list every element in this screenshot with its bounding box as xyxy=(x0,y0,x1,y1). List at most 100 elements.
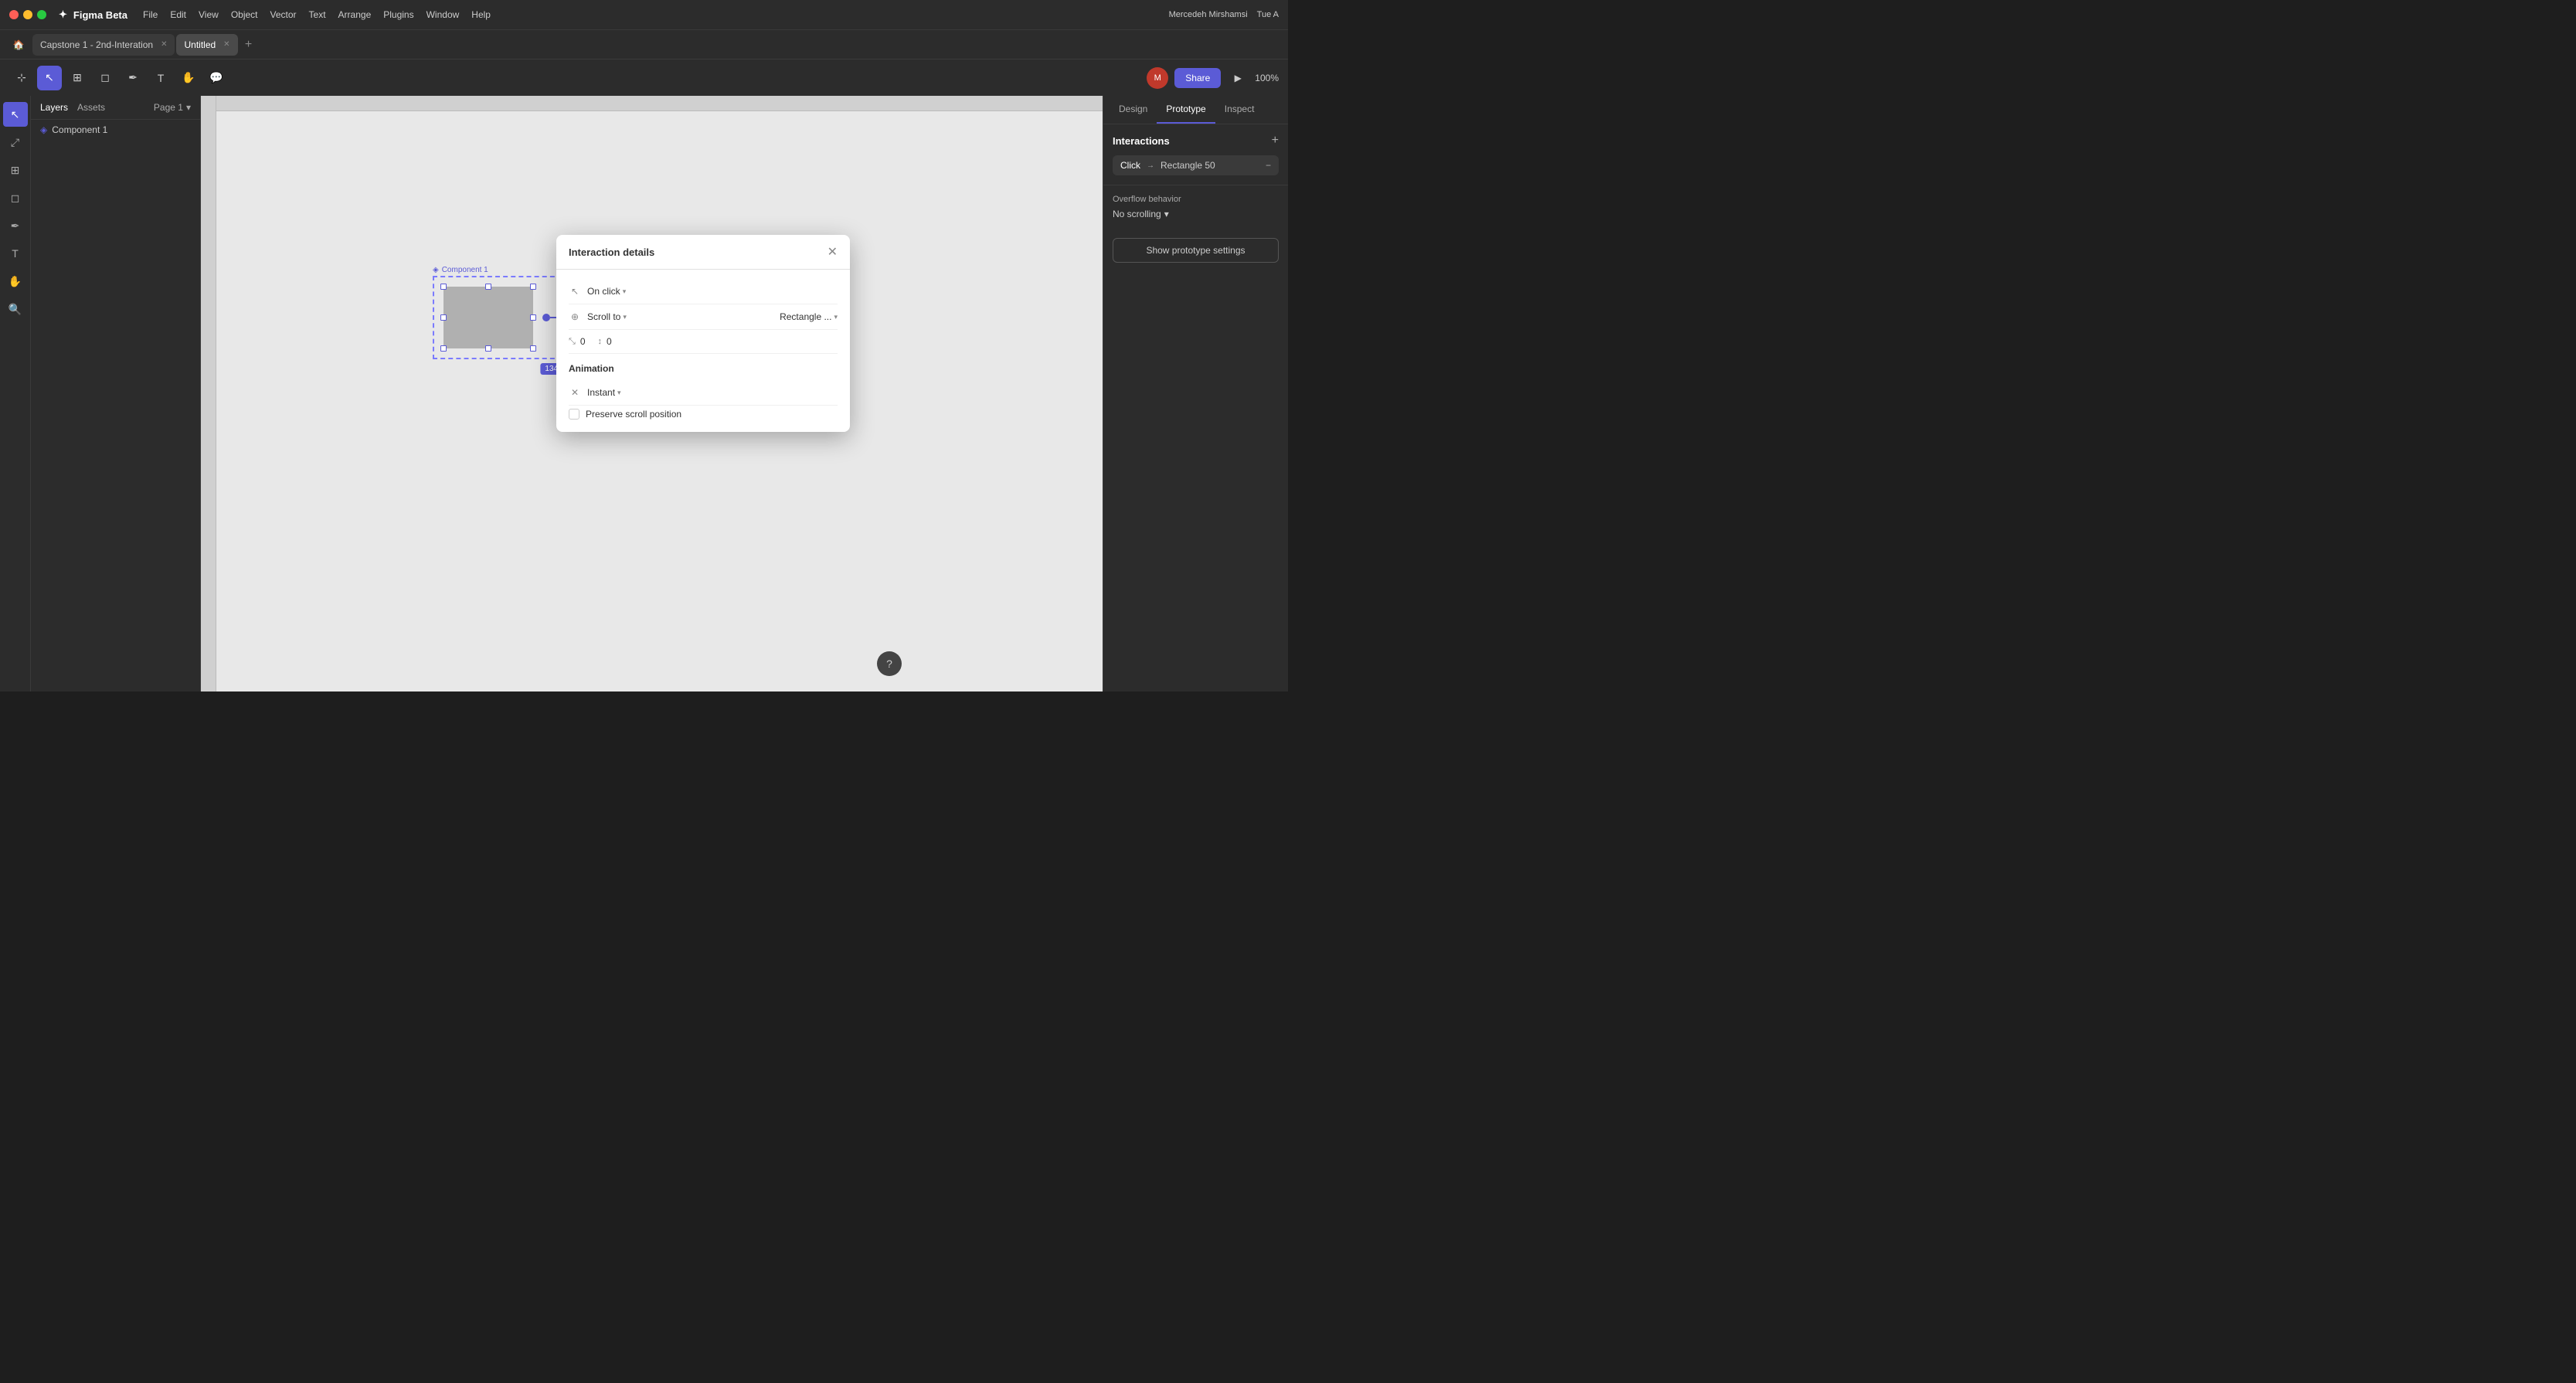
menu-arrange[interactable]: Arrange xyxy=(338,9,372,20)
overflow-title: Overflow behavior xyxy=(1113,195,1279,204)
trigger-dropdown[interactable]: On click ▾ xyxy=(587,286,626,297)
interaction-target-label: Rectangle 50 xyxy=(1161,160,1215,171)
user-name: Mercedeh Mirshamsi xyxy=(1169,10,1248,19)
share-button[interactable]: Share xyxy=(1174,68,1221,88)
handle-br[interactable] xyxy=(530,345,536,352)
menu-plugins[interactable]: Plugins xyxy=(383,9,413,20)
target-chevron-icon: ▾ xyxy=(834,313,838,321)
tabbar: 🏠 Capstone 1 - 2nd-Interation ✕ Untitled… xyxy=(0,29,1288,59)
page-selector[interactable]: Page 1 ▾ xyxy=(154,102,191,113)
handle-rm[interactable] xyxy=(530,314,536,321)
handle-bm[interactable] xyxy=(485,345,491,352)
vertical-ruler xyxy=(201,96,216,692)
prototype-tab[interactable]: Prototype xyxy=(1157,96,1215,124)
close-traffic-light[interactable] xyxy=(9,10,19,19)
frame-tool-sidebar[interactable]: ⊞ xyxy=(3,158,28,182)
y-field[interactable]: ↕ 0 xyxy=(598,336,612,347)
frame-tool[interactable]: ⊞ xyxy=(65,66,90,90)
new-tab-button[interactable]: + xyxy=(240,36,258,54)
zoom-tool-sidebar[interactable]: 🔍 xyxy=(3,297,28,321)
preserve-scroll-row: Preserve scroll position xyxy=(569,406,838,423)
menu-vector[interactable]: Vector xyxy=(270,9,297,20)
rect-gray[interactable] xyxy=(443,287,533,348)
menu-window[interactable]: Window xyxy=(427,9,460,20)
tab-untitled[interactable]: Untitled ✕ xyxy=(176,34,237,56)
avatar: M xyxy=(1147,67,1168,89)
animation-dropdown[interactable]: Instant ▾ xyxy=(587,387,621,398)
handle-tl[interactable] xyxy=(440,284,447,290)
handle-tr[interactable] xyxy=(530,284,536,290)
pen-tool-sidebar[interactable]: ✒ xyxy=(3,213,28,238)
hand-tool-sidebar[interactable]: ✋ xyxy=(3,269,28,294)
tab-untitled-close[interactable]: ✕ xyxy=(223,40,229,49)
home-button[interactable]: 🏠 xyxy=(6,34,31,56)
arrow-dot xyxy=(542,314,550,321)
prototype-settings-button[interactable]: Show prototype settings xyxy=(1113,238,1279,263)
overflow-section: Overflow behavior No scrolling ▾ xyxy=(1103,185,1288,229)
x-icon: ⤡ xyxy=(569,337,576,347)
overflow-dropdown[interactable]: No scrolling ▾ xyxy=(1113,209,1279,219)
modal-action-row: ⊕ Scroll to ▾ Rectangle ... ▾ xyxy=(569,304,838,330)
target-dropdown[interactable]: Rectangle ... ▾ xyxy=(780,311,838,322)
animation-section-title: Animation xyxy=(569,363,838,374)
action-label: Scroll to xyxy=(587,311,620,322)
right-panel: Design Prototype Inspect Interactions + … xyxy=(1103,96,1288,692)
action-dropdown[interactable]: Scroll to ▾ xyxy=(587,311,627,322)
interaction-trigger-label: Click xyxy=(1120,160,1140,171)
minimize-traffic-light[interactable] xyxy=(23,10,32,19)
trigger-chevron-icon: ▾ xyxy=(623,287,627,296)
play-button[interactable]: ▶ xyxy=(1227,67,1249,89)
layers-tab[interactable]: Layers xyxy=(40,102,68,113)
handle-tm[interactable] xyxy=(485,284,491,290)
add-interaction-button[interactable]: + xyxy=(1272,134,1279,148)
shape-tool[interactable]: ◻ xyxy=(93,66,117,90)
hand-tool[interactable]: ✋ xyxy=(176,66,201,90)
menu-object[interactable]: Object xyxy=(231,9,258,20)
modal-header: Interaction details ✕ xyxy=(556,235,850,270)
modal-trigger-row: ↖ On click ▾ xyxy=(569,279,838,304)
select-tool[interactable]: ↖ xyxy=(37,66,62,90)
tab-capstone-label: Capstone 1 - 2nd-Interation xyxy=(40,39,153,50)
pen-tool[interactable]: ✒ xyxy=(121,66,145,90)
preserve-scroll-checkbox[interactable] xyxy=(569,409,579,420)
titlebar-menu: File Edit View Object Vector Text Arrang… xyxy=(143,9,491,20)
text-tool-sidebar[interactable]: T xyxy=(3,241,28,266)
cursor-tool-sidebar[interactable]: ↖ xyxy=(3,102,28,127)
component-icon: ◈ xyxy=(40,124,47,135)
tab-capstone[interactable]: Capstone 1 - 2nd-Interation ✕ xyxy=(32,34,175,56)
action-chevron-icon: ▾ xyxy=(623,313,627,321)
interactions-header: Interactions + xyxy=(1113,134,1279,148)
modal-close-button[interactable]: ✕ xyxy=(828,244,838,260)
interaction-item[interactable]: Click → Rectangle 50 − xyxy=(1113,155,1279,175)
handle-bl[interactable] xyxy=(440,345,447,352)
titlebar-right: Mercedeh Mirshamsi Tue A xyxy=(1169,10,1279,19)
animation-icon: ✕ xyxy=(569,386,581,399)
comment-tool[interactable]: 💬 xyxy=(204,66,229,90)
handle-lm[interactable] xyxy=(440,314,447,321)
layer-component1[interactable]: ◈ Component 1 xyxy=(31,120,200,140)
modal-animation-row: ✕ Instant ▾ xyxy=(569,380,838,406)
text-tool[interactable]: T xyxy=(148,66,173,90)
menu-view[interactable]: View xyxy=(199,9,219,20)
inspect-tab[interactable]: Inspect xyxy=(1215,96,1264,124)
interactions-title: Interactions xyxy=(1113,135,1170,147)
maximize-traffic-light[interactable] xyxy=(37,10,46,19)
page-name: Page 1 xyxy=(154,102,183,113)
tab-capstone-close[interactable]: ✕ xyxy=(161,40,167,49)
shape-tool-sidebar[interactable]: ◻ xyxy=(3,185,28,210)
zoom-level[interactable]: 100% xyxy=(1255,73,1279,83)
design-tab[interactable]: Design xyxy=(1110,96,1157,124)
scroll-icon: ⊕ xyxy=(569,311,581,323)
assets-tab[interactable]: Assets xyxy=(77,102,105,113)
interaction-details-modal: Interaction details ✕ ↖ On click ▾ ⊕ xyxy=(556,235,850,432)
help-button[interactable]: ? xyxy=(877,651,902,676)
menu-help[interactable]: Help xyxy=(471,9,491,20)
menu-file[interactable]: File xyxy=(143,9,158,20)
menu-text[interactable]: Text xyxy=(309,9,326,20)
canvas[interactable]: ◈ Component 1 xyxy=(201,96,1103,692)
menu-edit[interactable]: Edit xyxy=(170,9,186,20)
x-field[interactable]: ⤡ 0 xyxy=(569,336,586,347)
remove-interaction-button[interactable]: − xyxy=(1266,160,1271,171)
scale-tool-sidebar[interactable]: ⤢ xyxy=(3,130,28,155)
move-tool[interactable]: ⊹ xyxy=(9,66,34,90)
